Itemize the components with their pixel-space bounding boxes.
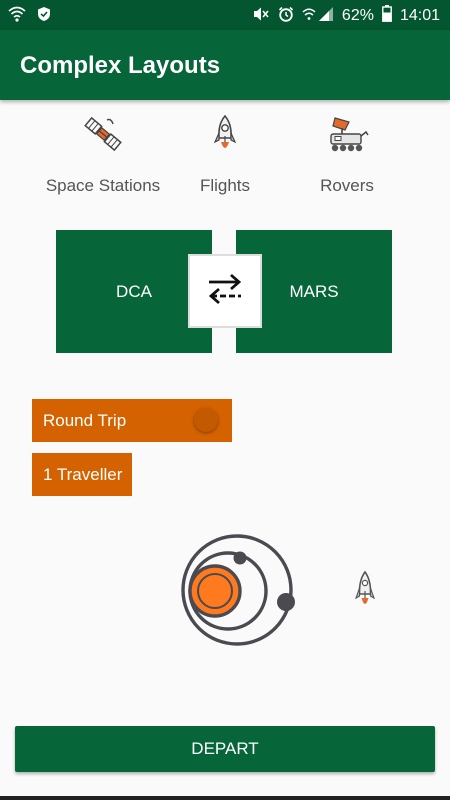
rover-icon xyxy=(325,112,369,156)
bottom-divider xyxy=(0,796,450,800)
from-airport-code: DCA xyxy=(116,281,152,301)
shield-icon xyxy=(36,6,52,27)
round-trip-toggle[interactable]: Round Trip xyxy=(32,399,232,442)
signal-icon xyxy=(302,6,334,27)
battery-icon xyxy=(382,5,392,27)
category-rovers[interactable]: Rovers xyxy=(277,112,417,196)
toggle-switch[interactable] xyxy=(194,408,218,432)
category-label: Space Stations xyxy=(45,176,161,195)
category-space-stations[interactable]: Space Stations xyxy=(33,112,173,196)
status-bar: 62% 14:01 xyxy=(0,0,450,30)
rocket-icon xyxy=(203,112,247,156)
depart-button[interactable]: DEPART xyxy=(15,726,435,772)
mute-icon xyxy=(252,6,270,27)
app-title: Complex Layouts xyxy=(20,52,221,79)
category-flights[interactable]: Flights xyxy=(155,112,295,196)
rocket-icon xyxy=(351,570,379,612)
swap-arrows-icon xyxy=(206,272,244,311)
depart-label: DEPART xyxy=(191,739,259,758)
solar-system-icon xyxy=(180,534,302,646)
category-label: Flights xyxy=(199,176,251,195)
traveller-count-label: 1 Traveller xyxy=(43,464,123,484)
to-airport-code: MARS xyxy=(289,281,339,301)
alarm-icon xyxy=(278,6,294,27)
battery-percent: 62% xyxy=(341,7,374,24)
traveller-count-button[interactable]: 1 Traveller xyxy=(32,453,132,496)
app-bar: Complex Layouts xyxy=(0,30,450,100)
category-label: Rovers xyxy=(320,176,374,195)
wifi-icon xyxy=(8,6,26,27)
clock-time: 14:01 xyxy=(399,7,440,24)
satellite-icon xyxy=(81,112,125,156)
round-trip-label: Round Trip xyxy=(43,410,127,430)
swap-route-button[interactable] xyxy=(188,254,262,328)
